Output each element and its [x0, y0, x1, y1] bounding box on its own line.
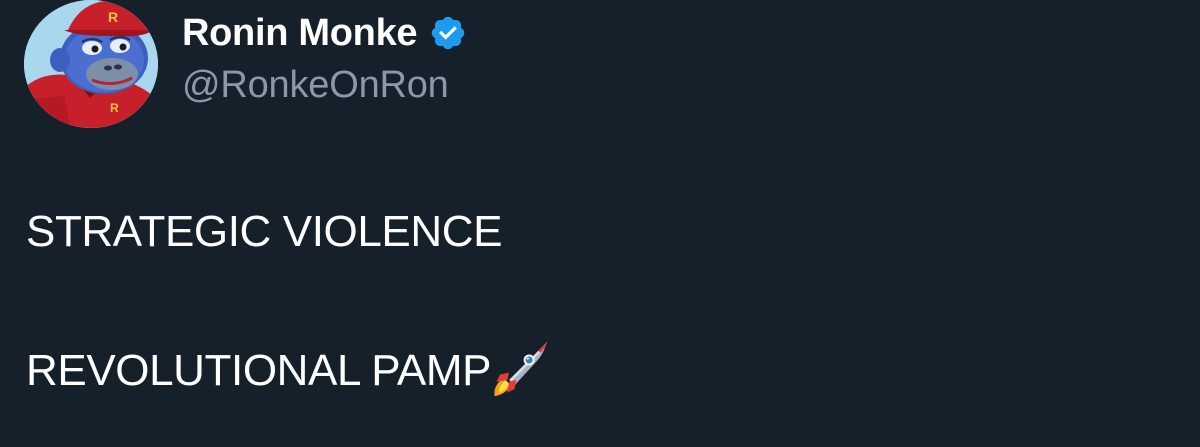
- tweet-line-1-text: STRATEGIC VIOLENCE: [26, 207, 503, 256]
- verified-badge-icon: [432, 16, 465, 50]
- rocket-icon: [494, 341, 548, 397]
- author-display-name[interactable]: Ronin Monke: [182, 12, 418, 55]
- tweet-line-1: STRATEGIC VIOLENCE: [26, 206, 1176, 258]
- tweet-line-2: REVOLUTIONAL PAMP: [26, 341, 1176, 400]
- tweet-card: R R R Ronin Monke @RonkeOnRon STRATEGIC …: [0, 0, 1200, 447]
- shirt-letter-right: R: [110, 101, 119, 115]
- author-avatar[interactable]: R R R: [24, 0, 158, 128]
- tweet-line-2-text: REVOLUTIONAL PAMP: [26, 346, 492, 395]
- author-handle[interactable]: @RonkeOnRon: [182, 64, 449, 107]
- author-name-row: Ronin Monke: [182, 8, 467, 58]
- cap-letter: R: [108, 9, 118, 25]
- tweet-body: STRATEGIC VIOLENCE REVOLUTIONAL PAMP: [26, 206, 1176, 400]
- monkey-avatar-icon: R R R: [24, 0, 158, 128]
- shirt-letter-left: R: [34, 109, 43, 123]
